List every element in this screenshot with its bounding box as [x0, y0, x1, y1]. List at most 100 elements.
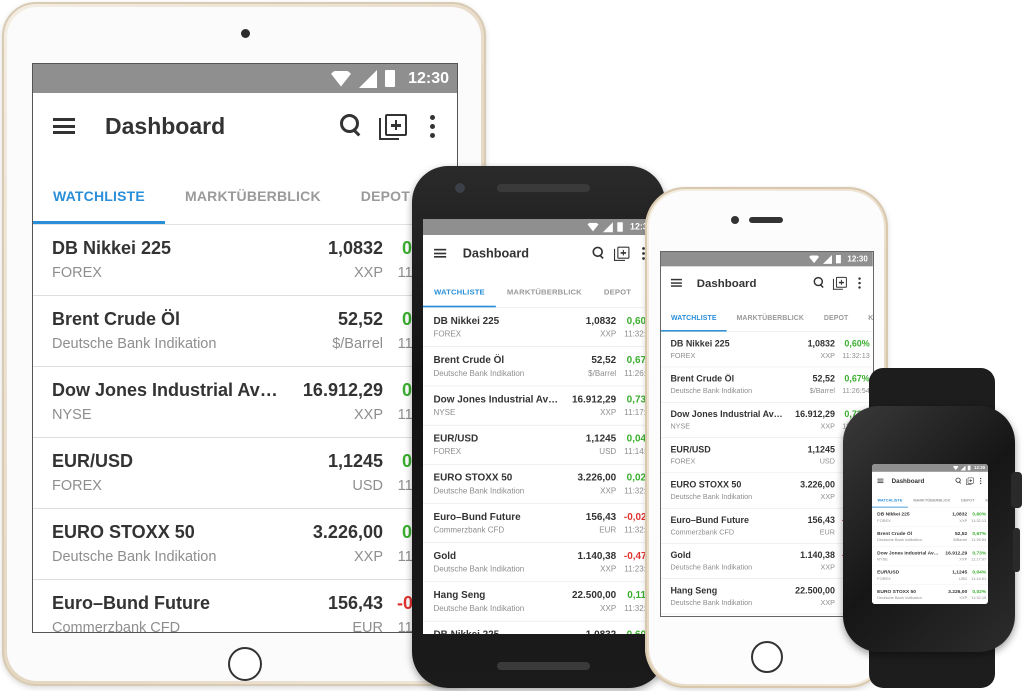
more-options-icon[interactable]: [429, 114, 435, 138]
search-icon[interactable]: [813, 276, 826, 289]
percent-change: 0,60%: [972, 511, 987, 517]
add-watchlist-button[interactable]: [379, 112, 411, 140]
watchlist-row[interactable]: DB Nikkei 225 FOREX 1,0832 XXP 0,60% 11:…: [661, 614, 873, 616]
watchlist-row[interactable]: DB Nikkei 225 FOREX 1,0832 XXP 0,60% 11:…: [423, 307, 657, 348]
add-watchlist-button[interactable]: [613, 245, 631, 261]
watchlist-row[interactable]: EURO STOXX 50 Deutsche Bank Indikation 3…: [872, 585, 988, 604]
instrument-name: Dow Jones Industrial Average: [433, 393, 563, 405]
price-unit: XXP: [820, 351, 835, 360]
instrument-price: 22.500,00: [571, 589, 617, 601]
price-unit: $/Barrel: [332, 336, 383, 352]
instrument-price: 156,43: [585, 511, 617, 523]
search-icon[interactable]: [955, 477, 962, 484]
status-bar: 12:30: [33, 64, 457, 93]
instrument-price: 156,43: [327, 593, 383, 613]
menu-icon[interactable]: [670, 278, 682, 287]
watchlist-row[interactable]: Dow Jones Industrial Average NYSE 16.912…: [423, 386, 657, 426]
watchlist-row[interactable]: EURO STOXX 50 Deutsche Bank Indikation 3…: [33, 509, 457, 580]
tablet-home-button[interactable]: [228, 647, 262, 681]
instrument-source: Deutsche Bank Indikation: [52, 549, 217, 565]
instrument-name: Euro–Bund Future: [433, 511, 521, 523]
instrument-name: DB Nikkei 225: [670, 338, 730, 349]
watchlist-row[interactable]: Euro–Bund Future Commerzbank CFD 156,43 …: [33, 580, 457, 633]
watchlist-row[interactable]: EUR/USD FOREX 1,1245 USD 0,04% 11:14:01: [872, 565, 988, 586]
tab-watchliste[interactable]: WATCHLISTE: [661, 314, 727, 332]
watchlist-row[interactable]: Euro–Bund Future Commerzbank CFD 156,43 …: [661, 508, 873, 544]
add-icon: [967, 477, 974, 484]
percent-change: 0,73%: [972, 549, 987, 556]
dashboard-app: 12:30 Dashboard WATCHLISTE MARKTÜBERBLIC…: [872, 464, 988, 604]
tab-watchliste[interactable]: WATCHLISTE: [872, 498, 908, 508]
instrument-price: 3.226,00: [577, 471, 617, 483]
instrument-source: FOREX: [877, 518, 891, 524]
signal-icon: [359, 69, 377, 88]
watchlist-row[interactable]: EURO STOXX 50 Deutsche Bank Indikation 3…: [423, 464, 657, 504]
watchlist-row[interactable]: DB Nikkei 225 FOREX 1,0832 XXP 0,60% 11:…: [872, 507, 988, 528]
watch-side-button[interactable]: [1013, 528, 1020, 572]
watchlist-row[interactable]: Euro–Bund Future Commerzbank CFD 156,43 …: [423, 503, 657, 544]
watchlist-row[interactable]: DB Nikkei 225 FOREX 1,0832 XXP 0,60% 11:…: [661, 332, 873, 368]
instrument-info: Euro–Bund Future Commerzbank CFD: [670, 508, 786, 543]
watchlist-row[interactable]: Brent Crude Öl Deutsche Bank Indikation …: [423, 347, 657, 387]
watchlist-row[interactable]: EUR/USD FOREX 1,1245 USD 0,04% 11:14:01: [33, 438, 457, 509]
watch-crown[interactable]: [1011, 472, 1022, 508]
price-cell: 1,0832 XXP: [786, 614, 842, 616]
watchlist-row[interactable]: DB Nikkei 225 FOREX 1,0832 XXP 0,60% 11:…: [33, 225, 457, 296]
android-camera: [455, 183, 465, 193]
watchlist-row[interactable]: Hang Seng Deutsche Bank Indikation 22.50…: [661, 579, 873, 615]
tab-marktueberblick[interactable]: MARKTÜBERBLICK: [165, 188, 341, 224]
watchlist-row[interactable]: Dow Jones Industrial Average NYSE 16.912…: [872, 546, 988, 566]
update-time: 11:14:01: [971, 576, 987, 581]
watchlist-row[interactable]: Brent Crude Öl Deutsche Bank Indikation …: [33, 296, 457, 367]
watchlist-row[interactable]: EUR/USD FOREX 1,1245 USD 0,04% 11:14:01: [423, 425, 657, 465]
instrument-name: EURO STOXX 50: [670, 479, 742, 490]
watchlist-row[interactable]: Brent Crude Öl Deutsche Bank Indikation …: [661, 367, 873, 403]
watchlist-row[interactable]: Gold Deutsche Bank Indikation 1.140,38 X…: [661, 543, 873, 580]
menu-icon[interactable]: [877, 478, 884, 484]
tab-marktueberblick[interactable]: MARKTÜBERBLICK: [908, 498, 956, 508]
iphone-home-button[interactable]: [751, 641, 783, 673]
more-options-icon[interactable]: [858, 277, 861, 289]
status-bar: 12:30: [872, 464, 988, 472]
percent-change: 0,04%: [972, 569, 987, 575]
price-cell: 1,0832 XXP: [562, 621, 624, 634]
watchlist-row[interactable]: Dow Jones Industrial Average NYSE 16.912…: [33, 367, 457, 438]
add-watchlist-button[interactable]: [832, 276, 849, 290]
watchlist-row[interactable]: Dow Jones Industrial Average NYSE 16.912…: [661, 402, 873, 438]
tab-depot[interactable]: DEPOT: [814, 314, 858, 332]
watchlist-row[interactable]: DB Nikkei 225 FOREX 1,0832 XXP 0,60% 11:…: [423, 621, 657, 634]
price-cell: 1.140,38 XXP: [786, 544, 842, 579]
tablet-camera: [241, 29, 250, 38]
tab-depot[interactable]: DEPOT: [956, 498, 980, 508]
tab-kalender[interactable]: KALENDER: [980, 498, 988, 508]
instrument-price: 52,52: [954, 530, 968, 537]
tab-kalender[interactable]: KALENDER: [858, 314, 873, 332]
tab-marktueberblick[interactable]: MARKTÜBERBLICK: [727, 314, 814, 332]
tab-bar: WATCHLISTE MARKTÜBERBLICK DEPOT KALENDER: [33, 159, 457, 225]
more-options-icon[interactable]: [979, 477, 982, 484]
price-unit: XXP: [353, 549, 383, 565]
price-unit: XXP: [820, 598, 835, 607]
watchlist-row[interactable]: Hang Seng Deutsche Bank Indikation 22.50…: [423, 582, 657, 622]
tab-marktueberblick[interactable]: MARKTÜBERBLICK: [496, 287, 593, 307]
wifi-icon: [331, 70, 351, 87]
price-unit: XXP: [959, 557, 968, 562]
price-unit: XXP: [820, 563, 835, 572]
menu-icon[interactable]: [53, 118, 75, 134]
update-time: 11:26:54: [971, 537, 987, 543]
watchlist-row[interactable]: EUR/USD FOREX 1,1245 USD 0,04% 11:14:01: [661, 437, 873, 474]
add-watchlist-button[interactable]: [966, 477, 975, 485]
menu-icon[interactable]: [434, 248, 447, 258]
tab-depot[interactable]: DEPOT: [593, 287, 642, 307]
smartwatch-device: 12:30 Dashboard WATCHLISTE MARKTÜBERBLIC…: [843, 368, 1022, 688]
tab-watchliste[interactable]: WATCHLISTE: [33, 188, 165, 224]
watchlist-row[interactable]: EURO STOXX 50 Deutsche Bank Indikation 3…: [661, 473, 873, 509]
instrument-price: 1.140,38: [577, 550, 617, 562]
tab-watchliste[interactable]: WATCHLISTE: [423, 287, 496, 308]
price-unit: EUR: [352, 620, 383, 633]
search-icon[interactable]: [592, 246, 606, 260]
watchlist-row[interactable]: Brent Crude Öl Deutsche Bank Indikation …: [872, 527, 988, 547]
watchlist-row[interactable]: Gold Deutsche Bank Indikation 1.140,38 X…: [423, 543, 657, 583]
app-bar: Dashboard: [423, 235, 657, 272]
search-icon[interactable]: [339, 113, 365, 139]
